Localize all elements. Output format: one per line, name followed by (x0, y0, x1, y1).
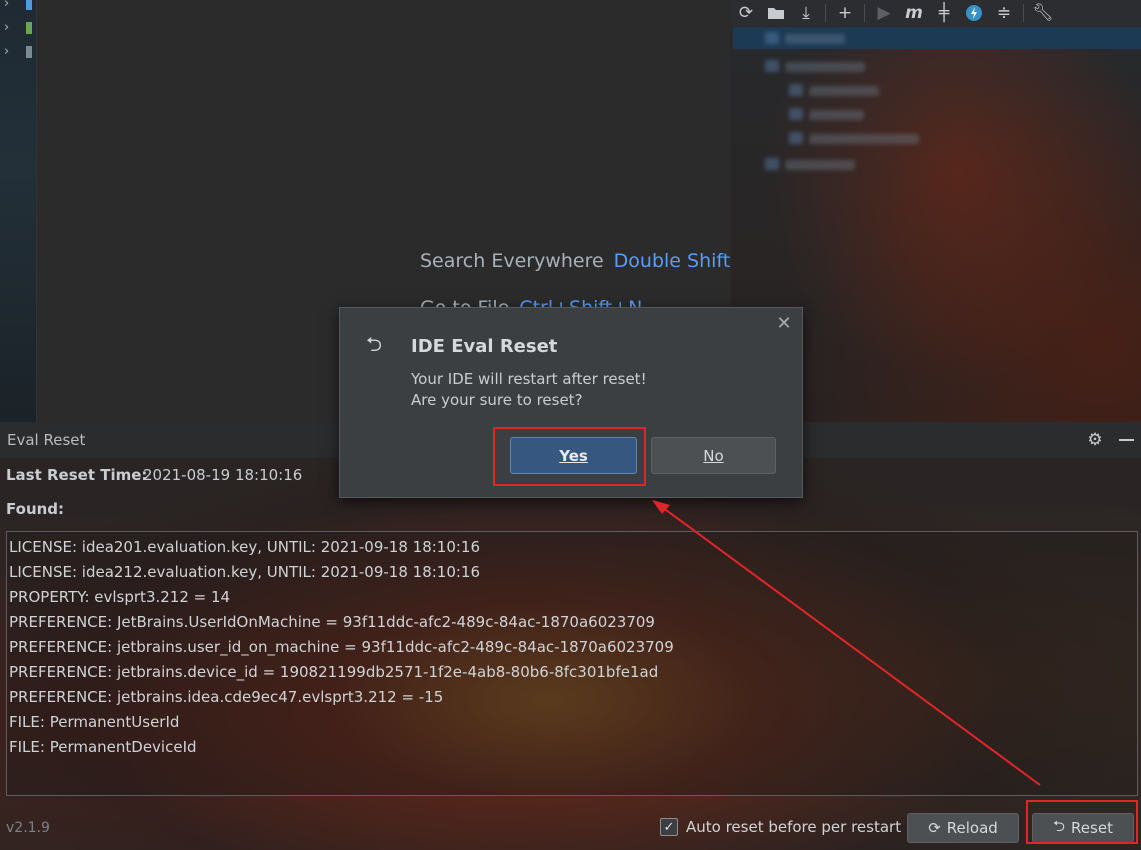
tree-row-blurred (809, 110, 864, 120)
checkbox-checked-icon[interactable]: ✓ (660, 818, 678, 836)
tree-row-blurred (809, 134, 919, 144)
hint-search-everywhere: Search Everywhere Double Shift (420, 250, 730, 272)
no-button[interactable]: No (651, 437, 776, 474)
last-reset-label: Last Reset Time: (6, 466, 148, 484)
collapse-icon[interactable]: ≑ (989, 1, 1019, 25)
folder-icon (789, 132, 803, 144)
reload-icon: ⟳ (928, 819, 941, 837)
wrench-icon[interactable]: 🔧︎ (1028, 1, 1058, 25)
list-item[interactable]: PREFERENCE: jetbrains.user_id_on_machine… (9, 638, 674, 656)
found-list[interactable]: LICENSE: idea201.evaluation.key, UNTIL: … (6, 531, 1138, 796)
folder-icon (765, 32, 779, 44)
last-reset-value: 2021-08-19 18:10:16 (143, 466, 303, 484)
tree-row-blurred (785, 62, 865, 72)
folder-icon (789, 108, 803, 120)
toolbar-separator (864, 4, 865, 22)
toolbar-separator (825, 4, 826, 22)
expand-chevron-icon[interactable]: › (4, 0, 9, 11)
list-item[interactable]: LICENSE: idea212.evaluation.key, UNTIL: … (9, 563, 480, 581)
tree-row-blurred (785, 34, 845, 44)
hint-label: Search Everywhere (420, 250, 604, 272)
tool-window-toolbar: ⟳ ⤓ + ▶ m ╪ ≑ 🔧︎ (731, 0, 1141, 26)
tree-row-blurred (809, 86, 879, 96)
list-item[interactable]: PREFERENCE: jetbrains.device_id = 190821… (9, 663, 658, 681)
reset-highlight-box (1026, 800, 1138, 844)
refresh-icon[interactable]: ⟳ (731, 1, 761, 25)
yes-highlight-box (493, 427, 646, 486)
lightning-icon[interactable] (959, 1, 989, 25)
no-button-label: No (703, 446, 724, 465)
toggle-offline-icon[interactable]: ╪ (929, 1, 959, 25)
tool-window-title: Eval Reset (7, 431, 86, 449)
download-icon[interactable]: ⤓ (791, 1, 821, 25)
undo-icon: ⮌ (366, 332, 383, 356)
project-gutter: › › › (0, 0, 37, 422)
dialog-message-line2: Are your sure to reset? (411, 391, 583, 409)
version-label: v2.1.9 (6, 820, 50, 836)
minimize-icon[interactable] (1118, 431, 1136, 449)
folder-sync-icon[interactable] (761, 1, 791, 25)
scratches-icon (26, 46, 32, 58)
expand-chevron-icon[interactable]: › (4, 44, 9, 59)
plus-icon[interactable]: + (830, 1, 860, 25)
folder-icon (765, 158, 779, 170)
hint-shortcut: Double Shift (613, 250, 731, 272)
toolbar-separator (1023, 4, 1024, 22)
folder-icon (765, 60, 779, 72)
gear-icon[interactable]: ⚙ (1086, 431, 1104, 449)
module-icon (26, 0, 32, 10)
list-item[interactable]: LICENSE: idea201.evaluation.key, UNTIL: … (9, 538, 480, 556)
found-label: Found: (6, 500, 65, 518)
auto-reset-checkbox[interactable]: ✓ Auto reset before per restart (660, 818, 901, 836)
list-item[interactable]: PROPERTY: evlsprt3.212 = 14 (9, 588, 230, 606)
tree-row-blurred (785, 160, 855, 170)
list-item[interactable]: FILE: PermanentDeviceId (9, 738, 197, 756)
dialog-message-line1: Your IDE will restart after reset! (411, 370, 647, 388)
list-item[interactable]: PREFERENCE: jetbrains.idea.cde9ec47.evls… (9, 688, 443, 706)
reload-button-label: Reload (946, 819, 998, 837)
library-icon (26, 22, 32, 34)
folder-icon (789, 84, 803, 96)
list-item[interactable]: FILE: PermanentUserId (9, 713, 179, 731)
m-icon[interactable]: m (899, 1, 929, 25)
reload-button[interactable]: ⟳ Reload (907, 813, 1019, 843)
dialog-title: IDE Eval Reset (411, 336, 558, 357)
auto-reset-label[interactable]: Auto reset before per restart (686, 818, 901, 836)
expand-chevron-icon[interactable]: › (4, 20, 9, 35)
close-icon[interactable]: ✕ (776, 315, 792, 333)
run-icon[interactable]: ▶ (869, 1, 899, 25)
list-item[interactable]: PREFERENCE: JetBrains.UserIdOnMachine = … (9, 613, 655, 631)
